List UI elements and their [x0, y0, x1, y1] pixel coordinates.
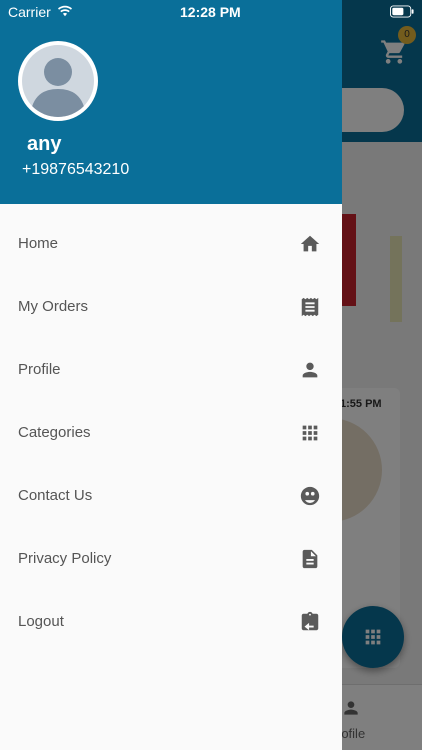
receipt-icon	[299, 296, 321, 318]
support-icon	[299, 485, 321, 507]
menu-item-profile[interactable]: Profile	[0, 339, 342, 402]
avatar[interactable]	[18, 41, 98, 121]
carrier-label: Carrier	[8, 4, 51, 20]
user-phone: +19876543210	[22, 161, 130, 178]
status-time: 12:28 PM	[180, 4, 241, 20]
menu-item-label: My Orders	[18, 298, 89, 315]
menu-item-categories[interactable]: Categories	[0, 402, 342, 465]
status-bar: Carrier 12:28 PM	[0, 0, 422, 24]
menu-item-logout[interactable]: Logout	[0, 591, 342, 654]
avatar-placeholder-icon	[22, 45, 94, 117]
document-icon	[299, 548, 321, 570]
menu-item-home[interactable]: Home	[0, 213, 342, 276]
navigation-drawer: any +19876543210 Home My Orders Profile …	[0, 0, 342, 750]
menu-item-label: Categories	[18, 424, 91, 441]
user-name: any	[27, 133, 62, 155]
battery-icon	[390, 5, 414, 18]
drawer-menu: Home My Orders Profile Categories Contac…	[0, 213, 342, 654]
menu-item-label: Privacy Policy	[18, 550, 112, 567]
wifi-icon	[57, 4, 73, 18]
menu-item-label: Contact Us	[18, 487, 93, 504]
menu-item-label: Profile	[18, 361, 61, 378]
menu-item-label: Logout	[18, 613, 64, 630]
grid-icon	[299, 422, 321, 444]
menu-item-label: Home	[18, 235, 59, 252]
person-icon	[299, 359, 321, 381]
logout-icon	[299, 611, 321, 633]
home-icon	[299, 233, 321, 255]
menu-item-my-orders[interactable]: My Orders	[0, 276, 342, 339]
drawer-header: any +19876543210	[0, 0, 342, 204]
menu-item-contact-us[interactable]: Contact Us	[0, 465, 342, 528]
menu-item-privacy-policy[interactable]: Privacy Policy	[0, 528, 342, 591]
